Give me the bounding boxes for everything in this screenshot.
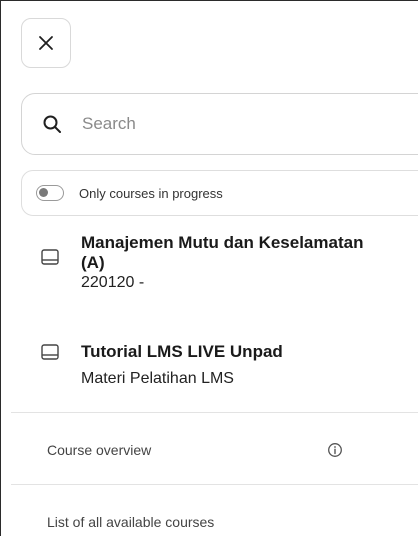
course-text: Tutorial LMS LIVE Unpad Materi Pelatihan…: [81, 326, 371, 389]
course-overview-link[interactable]: Course overview: [1, 430, 418, 470]
course-icon: [41, 344, 59, 360]
course-title: Manajemen Mutu dan Keselamatan (A): [81, 233, 364, 272]
divider: [11, 412, 418, 413]
course-text: Manajemen Mutu dan Keselamatan (A) 22012…: [81, 233, 371, 293]
close-icon: [39, 36, 53, 50]
course-subtitle: Materi Pelatihan LMS: [81, 370, 234, 387]
all-courses-label: List of all available courses: [47, 514, 215, 530]
course-item-manajemen-mutu[interactable]: Manajemen Mutu dan Keselamatan (A) 22012…: [41, 233, 381, 293]
course-overview-label: Course overview: [47, 442, 152, 458]
in-progress-toggle[interactable]: [36, 185, 64, 201]
search-input[interactable]: [80, 113, 384, 135]
course-drawer: Only courses in progress Manajemen Mutu …: [0, 0, 418, 536]
course-item-tutorial-lms[interactable]: Tutorial LMS LIVE Unpad Materi Pelatihan…: [41, 326, 381, 389]
divider: [11, 484, 418, 485]
search-icon: [42, 114, 62, 134]
course-code: 220120 -: [81, 274, 145, 291]
in-progress-label: Only courses in progress: [79, 185, 223, 201]
course-title: Tutorial LMS LIVE Unpad: [81, 342, 283, 361]
in-progress-filter: Only courses in progress: [21, 170, 418, 216]
course-icon: [41, 249, 59, 265]
info-icon[interactable]: [327, 442, 343, 458]
toggle-knob: [39, 188, 48, 197]
all-courses-link[interactable]: List of all available courses: [1, 502, 418, 536]
close-button[interactable]: [21, 18, 71, 68]
search-box[interactable]: [21, 93, 418, 155]
